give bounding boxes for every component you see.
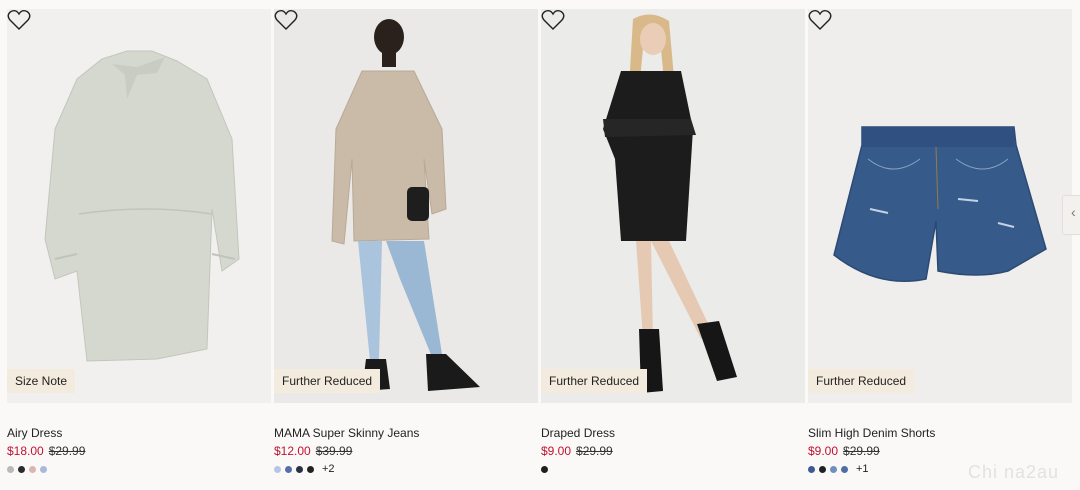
original-price: $29.99 [843, 444, 880, 458]
color-swatch[interactable] [296, 465, 303, 473]
color-swatch[interactable] [40, 465, 47, 473]
product-prices: $12.00 $39.99 [274, 444, 538, 460]
product-prices: $9.00 $29.99 [808, 444, 1072, 460]
original-price: $39.99 [315, 444, 353, 458]
dress-image [44, 50, 240, 362]
color-swatch[interactable] [541, 465, 548, 473]
product-image[interactable]: Further Reduced [541, 9, 805, 403]
sale-price: $9.00 [541, 444, 572, 458]
heart-icon[interactable] [274, 9, 298, 31]
product-badge: Further Reduced [541, 369, 648, 393]
product-image[interactable]: Further Reduced [808, 9, 1072, 403]
chevron-icon: ‹ [1071, 204, 1076, 220]
product-image[interactable]: Size Note [7, 9, 271, 403]
model-image [603, 14, 737, 393]
color-swatch[interactable] [841, 465, 848, 473]
heart-icon[interactable] [541, 9, 565, 31]
model-image [331, 19, 480, 391]
product-prices: $9.00 $29.99 [541, 444, 805, 460]
product-card[interactable]: Further Reduced MAMA Super Skinny Jeans … [274, 9, 538, 475]
product-name[interactable]: Draped Dress [541, 426, 805, 442]
color-swatch[interactable] [29, 465, 36, 473]
original-price: $29.99 [576, 444, 613, 458]
color-swatch[interactable] [819, 465, 826, 473]
more-colors-count: +1 [856, 463, 869, 475]
color-swatch[interactable] [307, 465, 314, 473]
product-name[interactable]: Slim High Denim Shorts [808, 426, 1072, 442]
product-badge: Further Reduced [808, 369, 915, 393]
product-badge: Further Reduced [274, 369, 381, 393]
color-swatch[interactable] [274, 465, 281, 473]
product-name[interactable]: MAMA Super Skinny Jeans [274, 426, 538, 442]
shorts-image [833, 126, 1047, 282]
color-swatch[interactable] [830, 465, 837, 473]
product-badge: Size Note [7, 369, 76, 393]
color-swatch[interactable] [808, 465, 815, 473]
product-grid: Size Note Airy Dress $18.00 $29.99 Furthe [7, 9, 1072, 475]
heart-icon[interactable] [808, 9, 832, 31]
product-image[interactable]: Further Reduced [274, 9, 538, 403]
watermark: Chi na2au [968, 462, 1060, 482]
sale-price: $12.00 [274, 444, 311, 458]
product-card[interactable]: Size Note Airy Dress $18.00 $29.99 [7, 9, 271, 475]
product-card[interactable]: Further Reduced Draped Dress $9.00 $29.99 [541, 9, 805, 475]
more-colors-count: +2 [322, 463, 335, 475]
heart-icon[interactable] [7, 9, 31, 31]
product-name[interactable]: Airy Dress [7, 426, 271, 442]
sale-price: $9.00 [808, 444, 839, 458]
color-swatches: +2 [274, 463, 538, 475]
color-swatches [7, 463, 271, 475]
carousel-next-button[interactable]: ‹ [1062, 195, 1080, 235]
color-swatch[interactable] [7, 465, 14, 473]
sale-price: $18.00 [7, 444, 44, 458]
product-card[interactable]: Further Reduced Slim High Denim Shorts $… [808, 9, 1072, 475]
color-swatch[interactable] [18, 465, 25, 473]
product-prices: $18.00 $29.99 [7, 444, 271, 460]
original-price: $29.99 [48, 444, 86, 458]
color-swatch[interactable] [285, 465, 292, 473]
color-swatches [541, 463, 805, 475]
